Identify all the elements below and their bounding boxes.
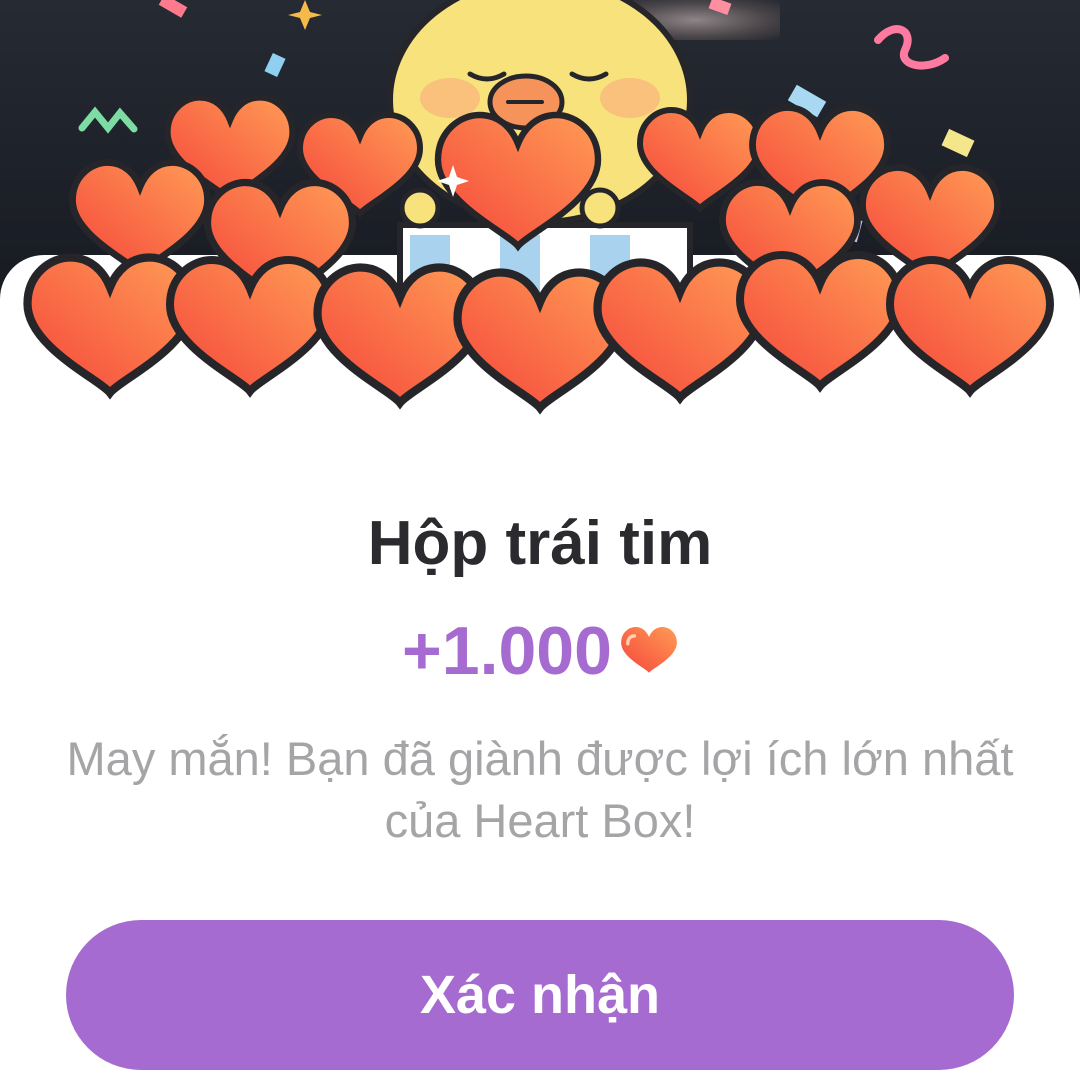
reward-title: Hộp trái tim: [367, 509, 713, 578]
heart-box-illustration: [0, 0, 1080, 450]
reward-amount: +1.000: [402, 613, 612, 689]
reward-amount-row: +1.000: [0, 612, 1080, 690]
heart-icon: [621, 627, 677, 673]
confirm-button[interactable]: Xác nhận: [66, 920, 1014, 1070]
reward-description: May mắn! Bạn đã giành được lợi ích lớn n…: [66, 732, 1014, 847]
